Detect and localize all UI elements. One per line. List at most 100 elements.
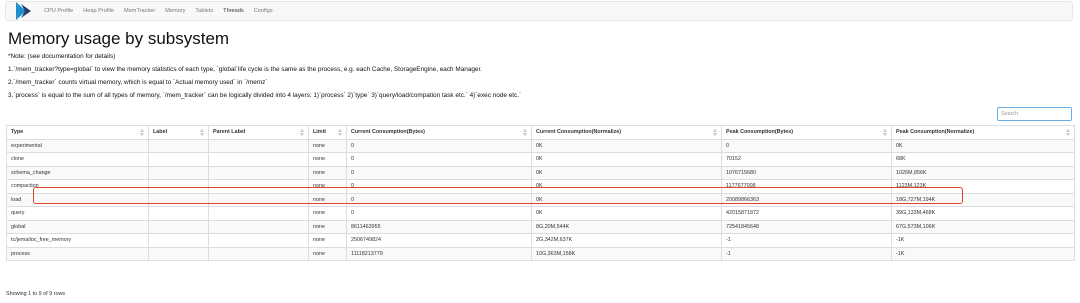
page-title: Memory usage by subsystem — [8, 29, 230, 48]
table-row-process[interactable]: process none 11118213779 10G,363M,158K -1 -1K — [6, 246, 1075, 261]
table-cell-limit: none — [308, 165, 347, 180]
memory-table: Type Label Parent Label Limit Current Consum… — [6, 125, 1075, 261]
column-header-current-consumption-normalize[interactable]: Current Consumption(Normalize) — [531, 125, 722, 140]
table-row-load[interactable]: load none 0 0K 20089866363 18G,727M,194K — [6, 192, 1075, 207]
table-cell-label — [148, 179, 209, 194]
table-cell-current-consumption-normalize: 0K — [531, 152, 722, 167]
table-cell-peak-consumption-normalize: 68K — [891, 152, 1075, 167]
sort-icon[interactable] — [1066, 129, 1070, 136]
table-cell-limit: none — [308, 219, 347, 234]
table-row-clone[interactable]: clone none 0 0K 70152 68K — [6, 152, 1075, 167]
table-row-tc-jemalloc-free-memory[interactable]: tc/jemalloc_free_memory none 2506749824 2G,… — [6, 233, 1075, 248]
table-cell-parent-label — [208, 206, 309, 221]
table-cell-current-consumption-normalize: 0K — [531, 138, 722, 153]
table-cell-type: process — [6, 246, 149, 261]
column-header-peak-consumption-normalize[interactable]: Peak Consumption(Normalize) — [891, 125, 1075, 140]
table-cell-peak-consumption-normalize: 0K — [891, 138, 1075, 153]
table-cell-peak-consumption-normalize: 1026M,856K — [891, 165, 1075, 180]
table-cell-limit: none — [308, 246, 347, 261]
table-cell-limit: none — [308, 192, 347, 207]
table-cell-peak-consumption-bytes: 0 — [721, 138, 892, 153]
table-cell-peak-consumption-bytes: 42015871872 — [721, 206, 892, 221]
sort-icon[interactable] — [523, 129, 527, 136]
table-cell-label — [148, 192, 209, 207]
pagination-info: Showing 1 to 9 of 9 rows — [6, 291, 66, 297]
table-row-experimental[interactable]: experimental none 0 0K 0 0K — [6, 138, 1075, 153]
table-cell-peak-consumption-bytes: -1 — [721, 246, 892, 261]
sort-icon[interactable] — [338, 129, 342, 136]
table-cell-parent-label — [208, 219, 309, 234]
column-header-label: Current Consumption(Bytes) — [351, 129, 425, 136]
table-cell-peak-consumption-normalize: 67G,573M,106K — [891, 219, 1075, 234]
nav-heap-profile[interactable]: Heap Profile — [83, 8, 114, 14]
table-row-global[interactable]: global none 8611463955 8G,20M,544K 725418456… — [6, 219, 1075, 234]
table-cell-peak-consumption-bytes: 1177677008 — [721, 179, 892, 194]
table-cell-type: schema_change — [6, 165, 149, 180]
table-cell-current-consumption-normalize: 8G,20M,544K — [531, 219, 722, 234]
table-cell-parent-label — [208, 192, 309, 207]
column-header-label: Label — [153, 129, 168, 136]
sort-icon[interactable] — [883, 129, 887, 136]
table-cell-label — [148, 152, 209, 167]
nav-threads[interactable]: Threads — [223, 8, 244, 14]
table-cell-current-consumption-normalize: 0K — [531, 179, 722, 194]
table-cell-current-consumption-normalize: 0K — [531, 206, 722, 221]
note-line-1: 1.`/mem_tracker?type=global` to view the… — [8, 66, 483, 73]
table-cell-type: global — [6, 219, 149, 234]
table-cell-type: experimental — [6, 138, 149, 153]
table-cell-peak-consumption-normalize: -1K — [891, 233, 1075, 248]
table-cell-current-consumption-bytes: 2506749824 — [346, 233, 532, 248]
note-line-3: 3.`process` is equal to the sum of all t… — [8, 92, 522, 99]
nav-configs[interactable]: Configs — [254, 8, 273, 14]
table-cell-label — [148, 246, 209, 261]
nav-memtracker[interactable]: MemTracker — [124, 8, 155, 14]
table-cell-parent-label — [208, 179, 309, 194]
doris-logo-icon[interactable] — [13, 0, 35, 22]
table-cell-peak-consumption-normalize: 39G,133M,468K — [891, 206, 1075, 221]
column-header-limit[interactable]: Limit — [308, 125, 347, 140]
note-line-2: 2.`/mem_tracker` counts virtual memory, … — [8, 79, 268, 86]
table-cell-type: query — [6, 206, 149, 221]
table-cell-peak-consumption-bytes: 1076715680 — [721, 165, 892, 180]
table-cell-label — [148, 165, 209, 180]
table-cell-peak-consumption-bytes: 72541845648 — [721, 219, 892, 234]
table-cell-label — [148, 219, 209, 234]
note-heading: *Note: (see documentation for details) — [8, 53, 116, 60]
table-cell-parent-label — [208, 233, 309, 248]
table-body: experimental none 0 0K 0 0K clone none 0 0K 70152 6… — [6, 138, 1075, 261]
table-cell-current-consumption-bytes: 0 — [346, 179, 532, 194]
table-cell-current-consumption-bytes: 0 — [346, 165, 532, 180]
nav-cpu-profile[interactable]: CPU Profile — [44, 8, 73, 14]
column-header-label: Parent Label — [213, 129, 246, 136]
table-cell-limit: none — [308, 233, 347, 248]
sort-icon[interactable] — [200, 129, 204, 136]
table-cell-label — [148, 206, 209, 221]
column-header-peak-consumption-bytes[interactable]: Peak Consumption(Bytes) — [721, 125, 892, 140]
column-header-label: Peak Consumption(Bytes) — [726, 129, 794, 136]
table-cell-limit: none — [308, 138, 347, 153]
table-cell-type: clone — [6, 152, 149, 167]
table-cell-peak-consumption-bytes: -1 — [721, 233, 892, 248]
table-cell-current-consumption-bytes: 0 — [346, 192, 532, 207]
table-cell-current-consumption-bytes: 0 — [346, 138, 532, 153]
table-cell-peak-consumption-bytes: 70152 — [721, 152, 892, 167]
search-input[interactable] — [997, 107, 1072, 121]
sort-icon[interactable] — [713, 129, 717, 136]
table-cell-type: compaction — [6, 179, 149, 194]
table-row-compaction[interactable]: compaction none 0 0K 1177677008 1123M,123K — [6, 179, 1075, 194]
sort-icon[interactable] — [300, 129, 304, 136]
table-row-schema-change[interactable]: schema_change none 0 0K 1076715680 1026M,856K — [6, 165, 1075, 180]
table-cell-current-consumption-normalize: 0K — [531, 165, 722, 180]
table-cell-parent-label — [208, 138, 309, 153]
table-cell-parent-label — [208, 152, 309, 167]
nav-tablets[interactable]: Tablets — [195, 8, 213, 14]
table-row-query[interactable]: query none 0 0K 42015871872 39G,133M,468K — [6, 206, 1075, 221]
nav-memory[interactable]: Memory — [165, 8, 185, 14]
column-header-parent-label[interactable]: Parent Label — [208, 125, 309, 140]
table-cell-peak-consumption-bytes: 20089866363 — [721, 192, 892, 207]
column-header-type[interactable]: Type — [6, 125, 149, 140]
sort-icon[interactable] — [140, 129, 144, 136]
column-header-label[interactable]: Label — [148, 125, 209, 140]
column-header-current-consumption-bytes[interactable]: Current Consumption(Bytes) — [346, 125, 532, 140]
table-cell-type: tc/jemalloc_free_memory — [6, 233, 149, 248]
